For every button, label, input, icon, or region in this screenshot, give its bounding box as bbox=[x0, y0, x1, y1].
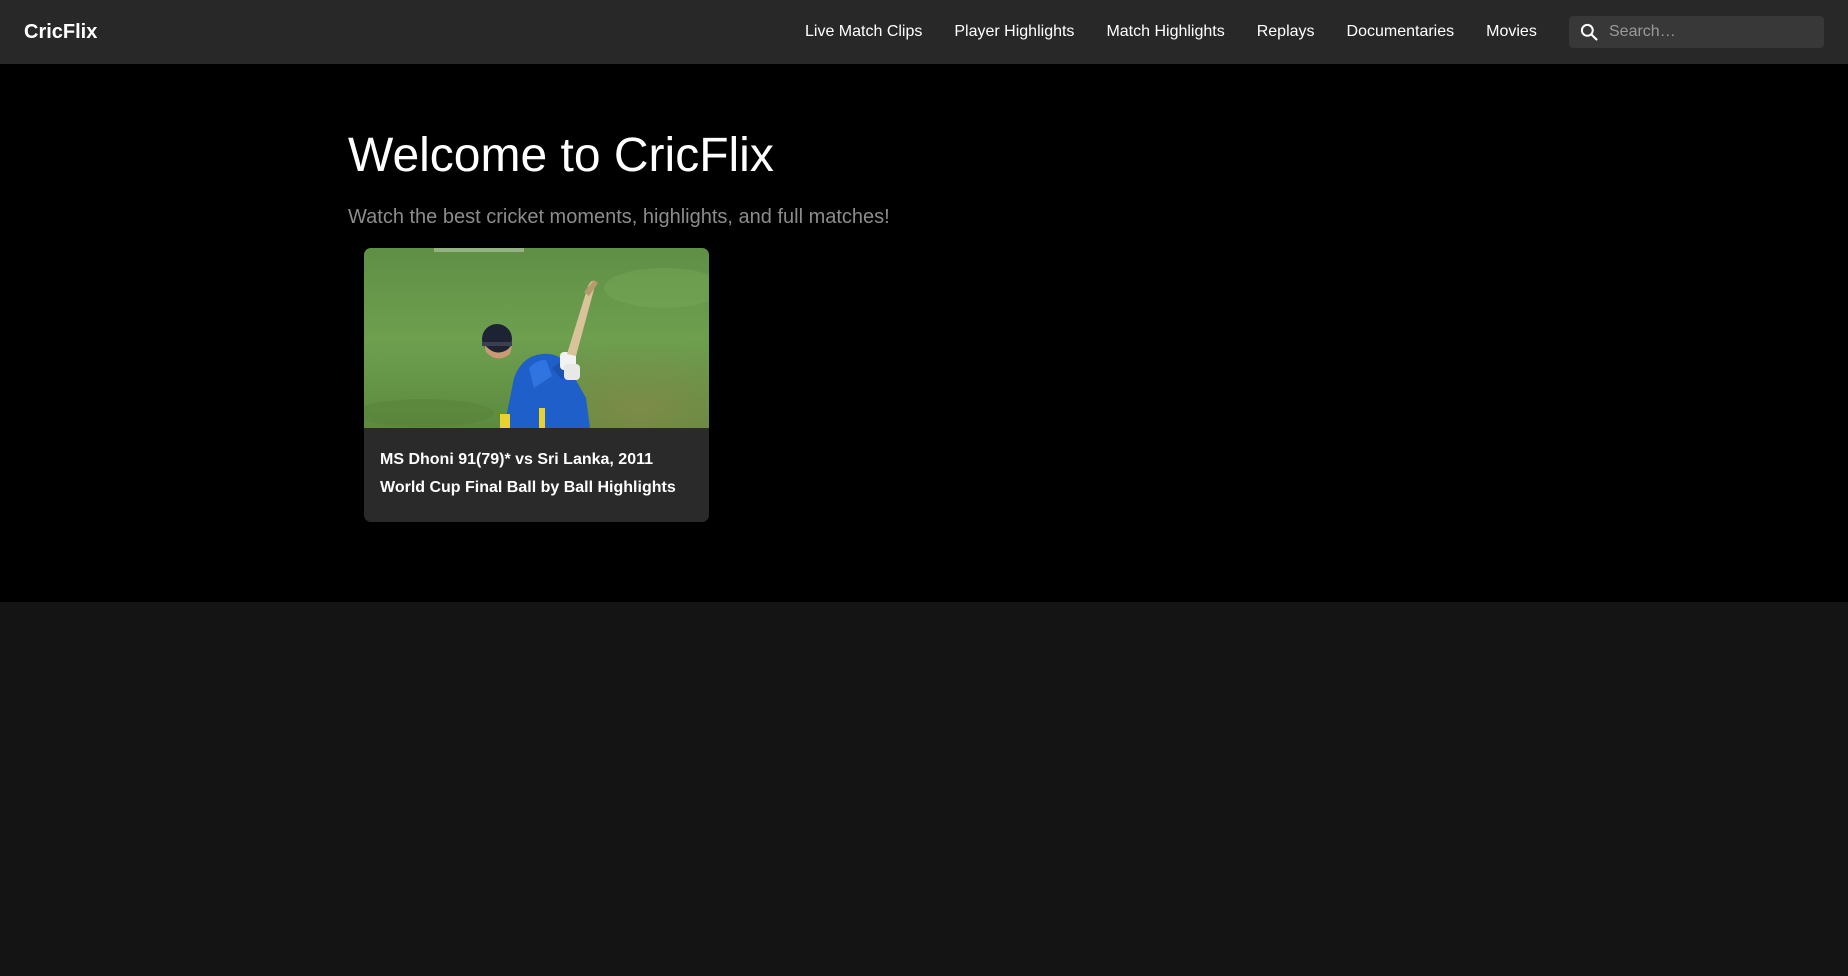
video-title[interactable]: MS Dhoni 91(79)* vs Sri Lanka, 2011 Worl… bbox=[380, 446, 698, 502]
nav-replays[interactable]: Replays bbox=[1257, 22, 1315, 42]
page-subtitle: Watch the best cricket moments, highligh… bbox=[348, 206, 890, 228]
search-icon[interactable] bbox=[1569, 16, 1609, 48]
nav-match-highlights[interactable]: Match Highlights bbox=[1106, 22, 1224, 42]
page-background bbox=[0, 602, 1848, 976]
page-title: Welcome to CricFlix bbox=[348, 129, 774, 182]
hero-section: Welcome to CricFlix Watch the best crick… bbox=[0, 64, 1848, 602]
nav-player-highlights[interactable]: Player Highlights bbox=[954, 22, 1074, 42]
nav-movies[interactable]: Movies bbox=[1486, 22, 1537, 42]
top-navigation-bar: CricFlix Live Match Clips Player Highlig… bbox=[0, 0, 1848, 64]
search-input[interactable] bbox=[1609, 16, 1824, 48]
search-box bbox=[1569, 16, 1824, 48]
video-thumbnail[interactable] bbox=[364, 248, 709, 428]
main-nav: Live Match Clips Player Highlights Match… bbox=[805, 0, 1537, 64]
video-card[interactable]: MS Dhoni 91(79)* vs Sri Lanka, 2011 Worl… bbox=[364, 248, 709, 522]
nav-live-match-clips[interactable]: Live Match Clips bbox=[805, 22, 922, 42]
nav-documentaries[interactable]: Documentaries bbox=[1347, 22, 1455, 42]
brand-logo[interactable]: CricFlix bbox=[24, 19, 97, 45]
